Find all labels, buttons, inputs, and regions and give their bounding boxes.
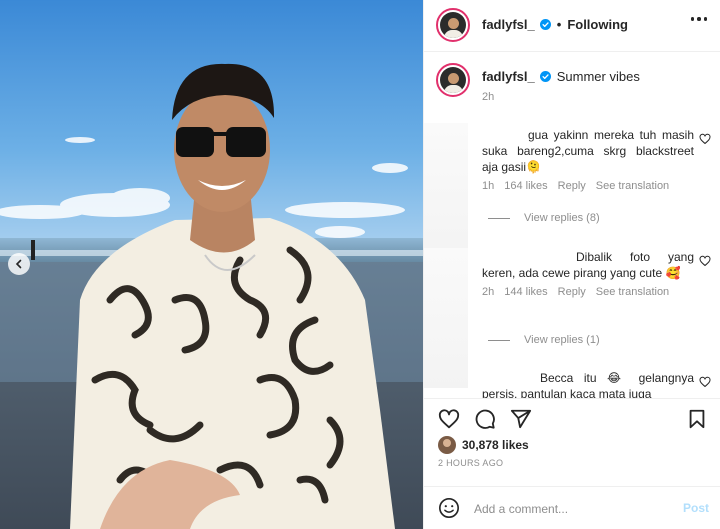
comment-item: gua yakinn mereka tuh masih suka bareng2…: [482, 127, 694, 192]
author-username[interactable]: fadlyfsl_: [482, 17, 535, 32]
comments-list[interactable]: fadlyfsl_ Summer vibes 2h gua yakinn mer…: [424, 53, 720, 398]
view-replies-label: View replies (1): [524, 334, 600, 346]
comment-likes[interactable]: 144 likes: [504, 286, 547, 298]
comment-meta: 1h 164 likes Reply See translation: [482, 180, 694, 192]
see-translation-link[interactable]: See translation: [596, 180, 669, 192]
emoji-icon[interactable]: [438, 497, 460, 519]
heart-icon[interactable]: [699, 255, 711, 267]
see-translation-link[interactable]: See translation: [596, 286, 669, 298]
comment-avatar-placeholder: [424, 248, 468, 388]
likes-count[interactable]: 30,878 likes: [462, 438, 529, 452]
bookmark-icon[interactable]: [686, 408, 708, 430]
post-header: fadlyfsl_ • Following: [424, 0, 720, 52]
view-replies-button[interactable]: View replies (8): [488, 212, 600, 224]
comment-time: 2h: [482, 286, 495, 298]
comment-icon[interactable]: [474, 408, 496, 430]
comment-avatar-placeholder: [424, 123, 468, 263]
like-heart-icon[interactable]: [438, 408, 460, 430]
following-button[interactable]: Following: [567, 17, 628, 32]
comment-meta: 2h 144 likes Reply See translation: [482, 286, 694, 298]
comment-text: gua yakinn mereka tuh masih suka bareng2…: [482, 128, 694, 174]
caption: fadlyfsl_ Summer vibes: [482, 69, 640, 84]
reply-button[interactable]: Reply: [558, 286, 586, 298]
post-photo[interactable]: [0, 0, 423, 529]
heart-icon[interactable]: [699, 376, 711, 388]
verified-badge-icon: [539, 19, 551, 30]
comment-likes[interactable]: 164 likes: [504, 180, 547, 192]
comment-composer: Post: [424, 486, 720, 529]
more-options-icon[interactable]: [690, 17, 707, 21]
comment-text: Dibalik foto yang keren, ada cewe pirang…: [482, 250, 694, 280]
replies-divider-line: [488, 217, 510, 219]
post-actions-bar: [424, 398, 720, 438]
reply-button[interactable]: Reply: [558, 180, 586, 192]
liker-avatar: [438, 436, 456, 454]
beach-portrait-image: [0, 0, 423, 529]
heart-icon[interactable]: [699, 133, 711, 145]
caption-author-avatar[interactable]: [436, 63, 470, 97]
post-timestamp: 2 HOURS AGO: [438, 458, 504, 468]
comment-item: Dibalik foto yang keren, ada cewe pirang…: [482, 249, 694, 298]
post-detail-panel: fadlyfsl_ • Following fadlyfsl_ Summer v…: [423, 0, 720, 529]
comment-item: Becca itu 😂 gelangnya persis, pantulan k…: [482, 370, 694, 398]
separator-dot: •: [556, 17, 562, 32]
post-comment-button[interactable]: Post: [683, 501, 709, 515]
view-replies-label: View replies (8): [524, 212, 600, 224]
share-icon[interactable]: [510, 408, 532, 430]
comment-time: 1h: [482, 180, 495, 192]
carousel-prev-button[interactable]: [8, 253, 30, 275]
view-replies-button[interactable]: View replies (1): [488, 334, 600, 346]
author-avatar[interactable]: [436, 8, 470, 42]
chevron-left-icon: [15, 259, 22, 269]
likes-summary[interactable]: 30,878 likes: [438, 436, 529, 454]
caption-text: Summer vibes: [556, 69, 640, 84]
caption-timestamp: 2h: [482, 91, 495, 103]
replies-divider-line: [488, 339, 510, 341]
verified-badge-icon: [539, 71, 551, 82]
comment-text: Becca itu 😂 gelangnya persis, pantulan k…: [482, 371, 694, 398]
comment-input[interactable]: [474, 499, 664, 519]
caption-username[interactable]: fadlyfsl_: [482, 69, 535, 84]
author-line: fadlyfsl_ • Following: [482, 17, 628, 32]
